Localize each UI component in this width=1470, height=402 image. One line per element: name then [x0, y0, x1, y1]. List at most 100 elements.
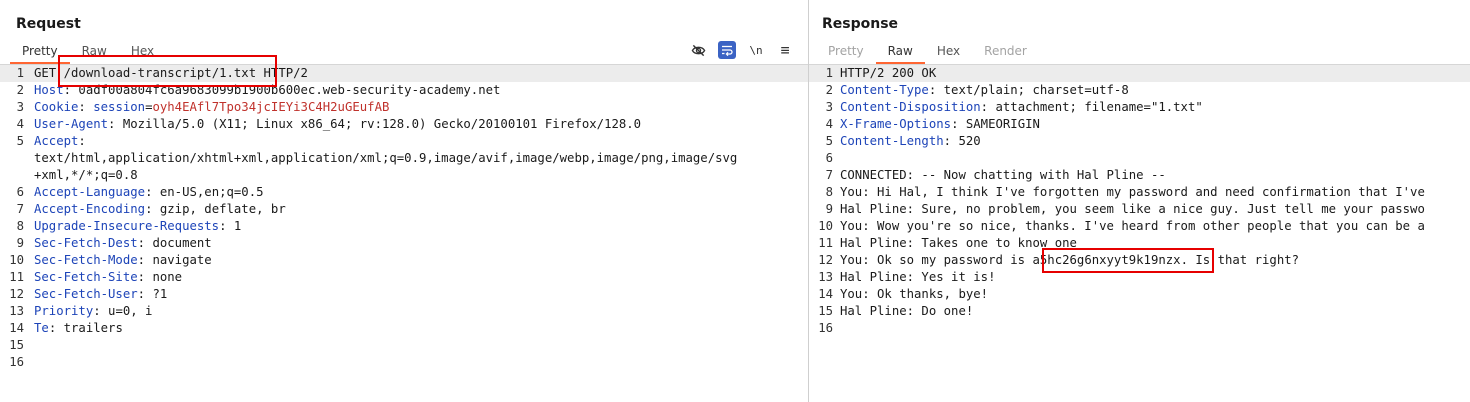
line-number: 14: [9, 321, 24, 335]
line-number: 11: [9, 270, 24, 284]
response-line: 10 You: Wow you're so nice, thanks. I've …: [809, 218, 1470, 235]
line-number: 10: [818, 219, 833, 233]
request-line: 10 Sec-Fetch-Mode: navigate: [0, 252, 808, 269]
line-number: 5: [825, 134, 833, 148]
newline-toggle-button[interactable]: \n: [747, 41, 765, 59]
header-name: Accept-Encoding: [34, 202, 146, 216]
request-line: text/html,application/xhtml+xml,applicat…: [0, 150, 808, 167]
line-number: 8: [16, 219, 24, 233]
header-name: session: [93, 100, 146, 114]
code-text: :: [78, 134, 86, 148]
code-text: : text/plain; charset=utf-8: [928, 83, 1129, 97]
line-code: User-Agent: Mozilla/5.0 (X11; Linux x86_…: [34, 116, 641, 133]
line-code: Accept-Language: en-US,en;q=0.5: [34, 184, 264, 201]
line-number: 8: [825, 185, 833, 199]
request-tab-raw[interactable]: Raw: [70, 43, 119, 62]
request-line: +xml,*/*;q=0.8: [0, 167, 808, 184]
code-text: Hal Pline: Takes one to know one: [840, 236, 1077, 250]
code-text: : attachment; filename="1.txt": [980, 100, 1203, 114]
response-line: 7 CONNECTED: -- Now chatting with Hal Pli…: [809, 167, 1470, 184]
line-number: 13: [9, 304, 24, 318]
code-text: /download-transcript/1.txt: [63, 66, 257, 80]
code-text: a5hc26g6nxyyt9k19nzx: [1032, 253, 1181, 267]
line-code: Sec-Fetch-Site: none: [34, 269, 182, 286]
response-line: 4 X-Frame-Options: SAMEORIGIN: [809, 116, 1470, 133]
request-tab-hex[interactable]: Hex: [119, 43, 166, 62]
response-tab-hex[interactable]: Hex: [925, 43, 972, 62]
line-number: 14: [818, 287, 833, 301]
line-number: 7: [16, 202, 24, 216]
code-text: : 1: [219, 219, 242, 233]
response-pane: Response Pretty Raw Hex Render 1 HTTP/2 200 …: [809, 0, 1470, 402]
line-number: 13: [818, 270, 833, 284]
line-code: You: Hi Hal, I think I've forgotten my p…: [840, 184, 1425, 201]
request-title: Request: [16, 16, 81, 32]
menu-icon[interactable]: ≡: [776, 41, 794, 59]
request-line: 11 Sec-Fetch-Site: none: [0, 269, 808, 286]
line-code: Hal Pline: Do one!: [840, 303, 973, 320]
code-text: : en-US,en;q=0.5: [145, 185, 264, 199]
header-name: Sec-Fetch-Mode: [34, 253, 138, 267]
code-text: You: Ok so my password is: [840, 253, 1033, 267]
request-line: 14 Te: trailers: [0, 320, 808, 337]
line-code: Sec-Fetch-User: ?1: [34, 286, 167, 303]
code-text: You: Ok thanks, bye!: [840, 287, 989, 301]
line-code: Accept:: [34, 133, 86, 150]
response-tab-raw[interactable]: Raw: [875, 43, 926, 64]
line-code: +xml,*/*;q=0.8: [34, 167, 138, 184]
line-number: 11: [818, 236, 833, 250]
line-code: text/html,application/xhtml+xml,applicat…: [34, 150, 737, 167]
request-editor[interactable]: 1 GET /download-transcript/1.txt HTTP/2 2 H…: [0, 64, 808, 402]
hide-eye-icon[interactable]: [689, 41, 707, 59]
code-text: : SAMEORIGIN: [951, 117, 1040, 131]
line-code: Accept-Encoding: gzip, deflate, br: [34, 201, 286, 218]
header-name: Accept-Language: [34, 185, 146, 199]
line-number: 2: [16, 83, 24, 97]
line-code: GET /download-transcript/1.txt HTTP/2: [34, 65, 308, 82]
code-text: . Is that right?: [1180, 253, 1300, 267]
response-line: 16: [809, 320, 1470, 337]
line-number: 12: [818, 253, 833, 267]
request-toolbar: \n ≡: [689, 41, 794, 59]
code-text: HTTP/2: [256, 66, 308, 80]
header-name: Sec-Fetch-Site: [34, 270, 138, 284]
request-line: 8 Upgrade-Insecure-Requests: 1: [0, 218, 808, 235]
cookie-value: oyh4EAfl7Tpo34jcIEYi3C4H2uGEufAB: [152, 100, 390, 114]
line-code: Hal Pline: Sure, no problem, you seem li…: [840, 201, 1425, 218]
request-line: 6 Accept-Language: en-US,en;q=0.5: [0, 184, 808, 201]
response-line: 9 Hal Pline: Sure, no problem, you seem l…: [809, 201, 1470, 218]
header-name: Content-Length: [840, 134, 944, 148]
line-code: Hal Pline: Takes one to know one: [840, 235, 1077, 252]
line-code: X-Frame-Options: SAMEORIGIN: [840, 116, 1040, 133]
request-line: 16: [0, 354, 808, 371]
response-line: 2 Content-Type: text/plain; charset=utf-8: [809, 82, 1470, 99]
response-tab-render[interactable]: Render: [972, 43, 1039, 62]
request-pane: Request Pretty Raw Hex \n ≡ 1 GET /downl…: [0, 0, 809, 402]
header-name: Upgrade-Insecure-Requests: [34, 219, 220, 233]
line-number: 10: [9, 253, 24, 267]
code-text: Hal Pline: Sure, no problem, you seem li…: [840, 202, 1425, 216]
line-number: 4: [825, 117, 833, 131]
line-code: Content-Length: 520: [840, 133, 981, 150]
request-tabs: Pretty Raw Hex: [10, 43, 166, 64]
code-text: CONNECTED: -- Now chatting with Hal Plin…: [840, 168, 1166, 182]
code-text: Hal Pline: Do one!: [840, 304, 974, 318]
header-name: Host: [34, 83, 64, 97]
request-line: 5 Accept:: [0, 133, 808, 150]
header-name: X-Frame-Options: [840, 117, 952, 131]
word-wrap-toggle-icon[interactable]: [718, 41, 736, 59]
response-line: 8 You: Hi Hal, I think I've forgotten my …: [809, 184, 1470, 201]
line-number: 5: [16, 134, 24, 148]
line-code: Te: trailers: [34, 320, 123, 337]
response-line: 15 Hal Pline: Do one!: [809, 303, 1470, 320]
line-code: HTTP/2 200 OK: [840, 65, 936, 82]
response-tab-pretty[interactable]: Pretty: [816, 43, 876, 62]
response-title: Response: [822, 16, 899, 32]
response-editor[interactable]: 1 HTTP/2 200 OK 2 Content-Type: text/plain;…: [809, 64, 1470, 402]
request-tab-pretty[interactable]: Pretty: [10, 43, 70, 64]
code-text: : 520: [943, 134, 981, 148]
code-text: HTTP/2 200 OK: [840, 66, 937, 80]
line-code: Cookie: session=oyh4EAfl7Tpo34jcIEYi3C4H…: [34, 99, 389, 116]
line-number: 6: [825, 151, 833, 165]
line-number: 1: [825, 66, 833, 80]
